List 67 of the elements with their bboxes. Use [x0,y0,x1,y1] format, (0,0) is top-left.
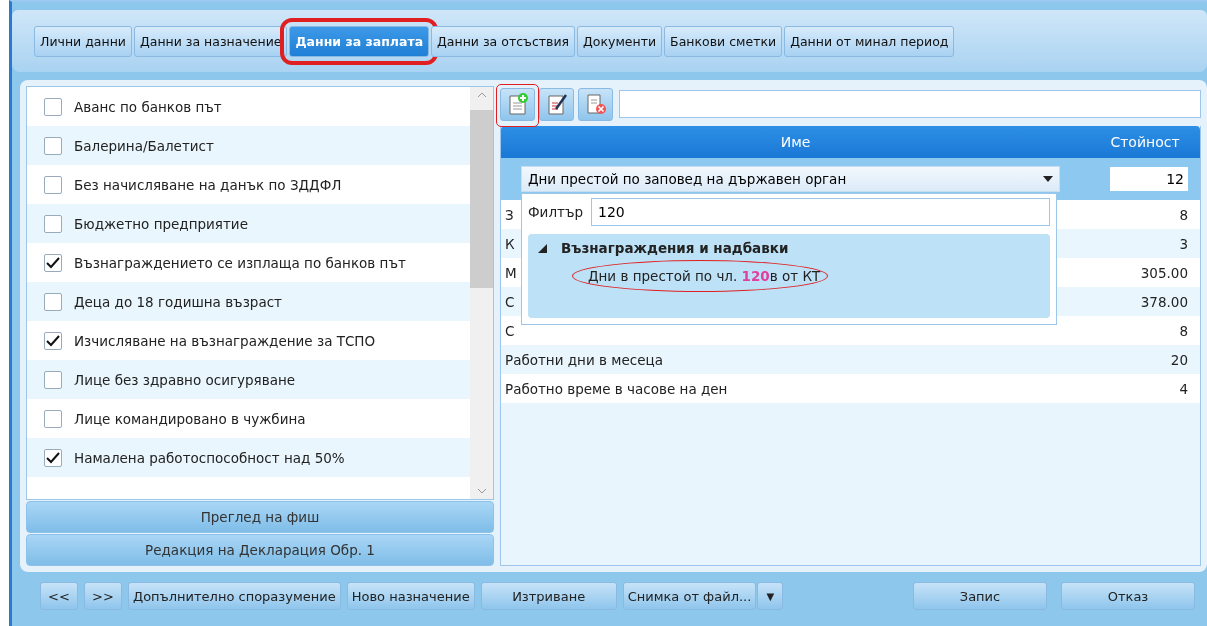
option-label: Намалена работоспособност над 50% [74,449,345,466]
side-button[interactable]: Преглед на фиш [26,501,494,533]
tab[interactable]: Данни от минал период [784,25,955,57]
column-header[interactable]: Стойност [1090,134,1200,150]
checkbox[interactable] [44,331,62,350]
search-field[interactable] [619,90,1201,118]
caret-icon [1043,176,1053,182]
option-label: Бюджетно предприятие [74,215,248,232]
tab[interactable]: Лични данни [34,25,132,57]
option-label: Възнаграждението се изплаща по банков път [74,254,406,271]
table-cell: Работно време в часове на ден [505,380,728,397]
option-label: Деца до 18 годишна възраст [74,293,282,310]
option-label: Лице без здравно осигуряване [74,371,296,388]
tab[interactable]: Данни за назначение [133,25,288,57]
tab[interactable]: Банкови сметки [664,25,783,57]
checkbox[interactable] [44,97,62,116]
option-label: Изчисляване на възнаграждение за ТСПО [74,332,376,349]
expander-icon[interactable] [538,243,547,253]
table-cell: С [505,293,515,310]
table-cell: М [505,264,517,281]
tree-group-label[interactable]: Възнаграждения и надбавки [561,240,789,256]
footer-button[interactable]: Отказ [1061,582,1195,610]
split-button[interactable]: Снимка от файл... [622,582,757,610]
filter-label: Филтър [528,204,583,220]
footer-button[interactable]: << [40,582,78,610]
table-cell: 8 [1179,322,1188,339]
footer-button[interactable]: Запис [913,582,1047,610]
scrollbar[interactable] [470,87,493,499]
checkbox[interactable] [44,253,62,272]
scroll-down-icon[interactable] [476,488,487,494]
option-label: Аванс по банков път [74,98,222,115]
side-button[interactable]: Редакция на Декларация Обр. 1 [26,534,494,566]
value-field[interactable]: 12 [1110,167,1188,191]
table-cell: Работни дни в месеца [505,351,663,368]
footer-button[interactable]: Изтриване [480,582,617,610]
filter-field[interactable]: 120 [591,198,1050,226]
dropdown-arrow-button[interactable]: ▼ [757,582,784,610]
table-cell: 3 [1179,235,1188,252]
table-cell: С [505,322,515,339]
table-cell: 4 [1179,380,1188,397]
checkbox[interactable] [44,136,62,155]
tree-item[interactable]: Дни в престой по чл. 120в от КТ [588,268,821,284]
footer-button[interactable]: Ново назначение [346,582,475,610]
tab[interactable]: Данни за отсъствия [431,25,576,57]
tab[interactable]: Данни за заплата [289,25,430,57]
dropdown[interactable]: Дни престой по заповед на държавен орган [521,166,1060,192]
checkbox[interactable] [44,409,62,428]
option-label: Балерина/Балетист [74,137,214,154]
edit-button[interactable] [539,87,574,121]
checkbox[interactable] [44,175,62,194]
tab[interactable]: Документи [577,25,663,57]
option-label: Лице командировано в чужбина [74,410,306,427]
option-label: Без начисляване на данък по ЗДДФЛ [74,176,342,193]
table-cell: 20 [1170,351,1188,368]
table-cell: 8 [1179,206,1188,223]
checkbox[interactable] [44,214,62,233]
column-header[interactable]: Име [501,134,1090,150]
checkbox[interactable] [44,448,62,467]
table-cell: К [505,235,515,252]
table-cell: 378.00 [1140,293,1188,310]
table-cell: 305.00 [1140,264,1188,281]
checkbox[interactable] [44,370,62,389]
scroll-up-icon[interactable] [476,92,487,98]
footer-button[interactable]: Допълнително споразумение [128,582,341,610]
footer-button[interactable]: >> [84,582,122,610]
table-cell: З [505,206,514,223]
checkbox[interactable] [44,292,62,311]
